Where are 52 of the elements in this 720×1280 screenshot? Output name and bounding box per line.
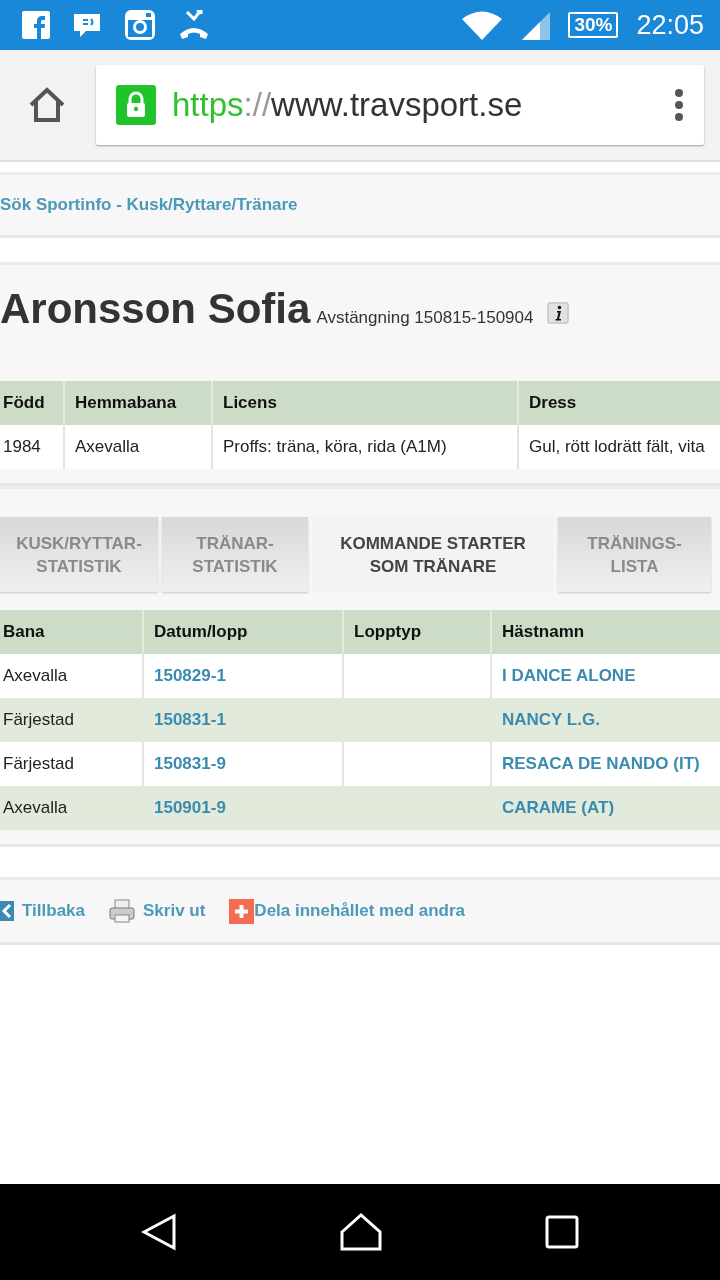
horse-name-link[interactable]: CARAME (AT): [491, 786, 720, 830]
horse-name-link[interactable]: I DANCE ALONE: [491, 654, 720, 698]
breadcrumb-link[interactable]: Sök Sportinfo - Kusk/Ryttare/Tränare: [0, 195, 298, 215]
table-cell: Färjestad: [0, 742, 143, 786]
column-header: Hästnamn: [491, 610, 720, 654]
table-cell: Axevalla: [0, 654, 143, 698]
table-cell: Axevalla: [0, 786, 143, 830]
column-header: Lopptyp: [343, 610, 491, 654]
address-bar[interactable]: https://www.travsport.se: [96, 65, 704, 145]
home-icon[interactable]: [28, 87, 66, 123]
table-cell: Färjestad: [0, 698, 143, 742]
horse-name-link[interactable]: RESACA DE NANDO (IT): [491, 742, 720, 786]
missed-call-icon: [178, 10, 210, 40]
table-cell: Gul, rött lodrätt fält, vita: [518, 425, 720, 469]
tab[interactable]: TRÄNAR-STATISTIK: [162, 517, 308, 592]
horse-name-link[interactable]: NANCY L.G.: [491, 698, 720, 742]
print-link[interactable]: Skriv ut: [143, 901, 206, 921]
column-header: Född: [0, 381, 64, 425]
info-icon[interactable]: [547, 302, 570, 324]
url-text: https://www.travsport.se: [172, 86, 524, 124]
suspension-text: Avstängning 150815-150904: [316, 308, 534, 328]
table-cell: Axevalla: [64, 425, 212, 469]
chat-bubble-icon: [72, 12, 102, 38]
race-link[interactable]: 150831-9: [143, 742, 343, 786]
back-link[interactable]: Tillbaka: [22, 901, 85, 921]
signal-icon: [520, 10, 551, 40]
printer-icon: [109, 899, 135, 923]
column-header: Bana: [0, 610, 143, 654]
back-icon[interactable]: [141, 1213, 178, 1251]
race-link[interactable]: 150829-1: [143, 654, 343, 698]
clock-time: 22:05: [636, 9, 704, 41]
table-cell: 1984: [0, 425, 64, 469]
race-link[interactable]: 150901-9: [143, 786, 343, 830]
padlock-icon: [116, 85, 156, 125]
column-header: Licens: [212, 381, 518, 425]
tab[interactable]: KUSK/RYTTAR-STATISTIK: [0, 517, 158, 592]
letter-f-icon: [22, 11, 50, 39]
column-header: Dress: [518, 381, 720, 425]
column-header: Hemmabana: [64, 381, 212, 425]
camera-icon: [124, 9, 156, 41]
table-cell: Proffs: träna, köra, rida (A1M): [212, 425, 518, 469]
tab[interactable]: TRÄNINGS-LISTA: [558, 517, 711, 592]
column-header: Datum/lopp: [143, 610, 343, 654]
battery-level: 30%: [568, 12, 619, 38]
race-link[interactable]: 150831-1: [143, 698, 343, 742]
wifi-icon: [462, 10, 503, 40]
tab[interactable]: KOMMANDE STARTER SOM TRÄNARE: [312, 517, 554, 592]
share-link[interactable]: Dela innehållet med andra: [254, 901, 466, 921]
recent-apps-icon[interactable]: [544, 1215, 579, 1249]
person-name: Aronsson Sofia: [0, 285, 311, 333]
plus-icon: [229, 898, 255, 924]
menu-icon[interactable]: [674, 88, 684, 122]
